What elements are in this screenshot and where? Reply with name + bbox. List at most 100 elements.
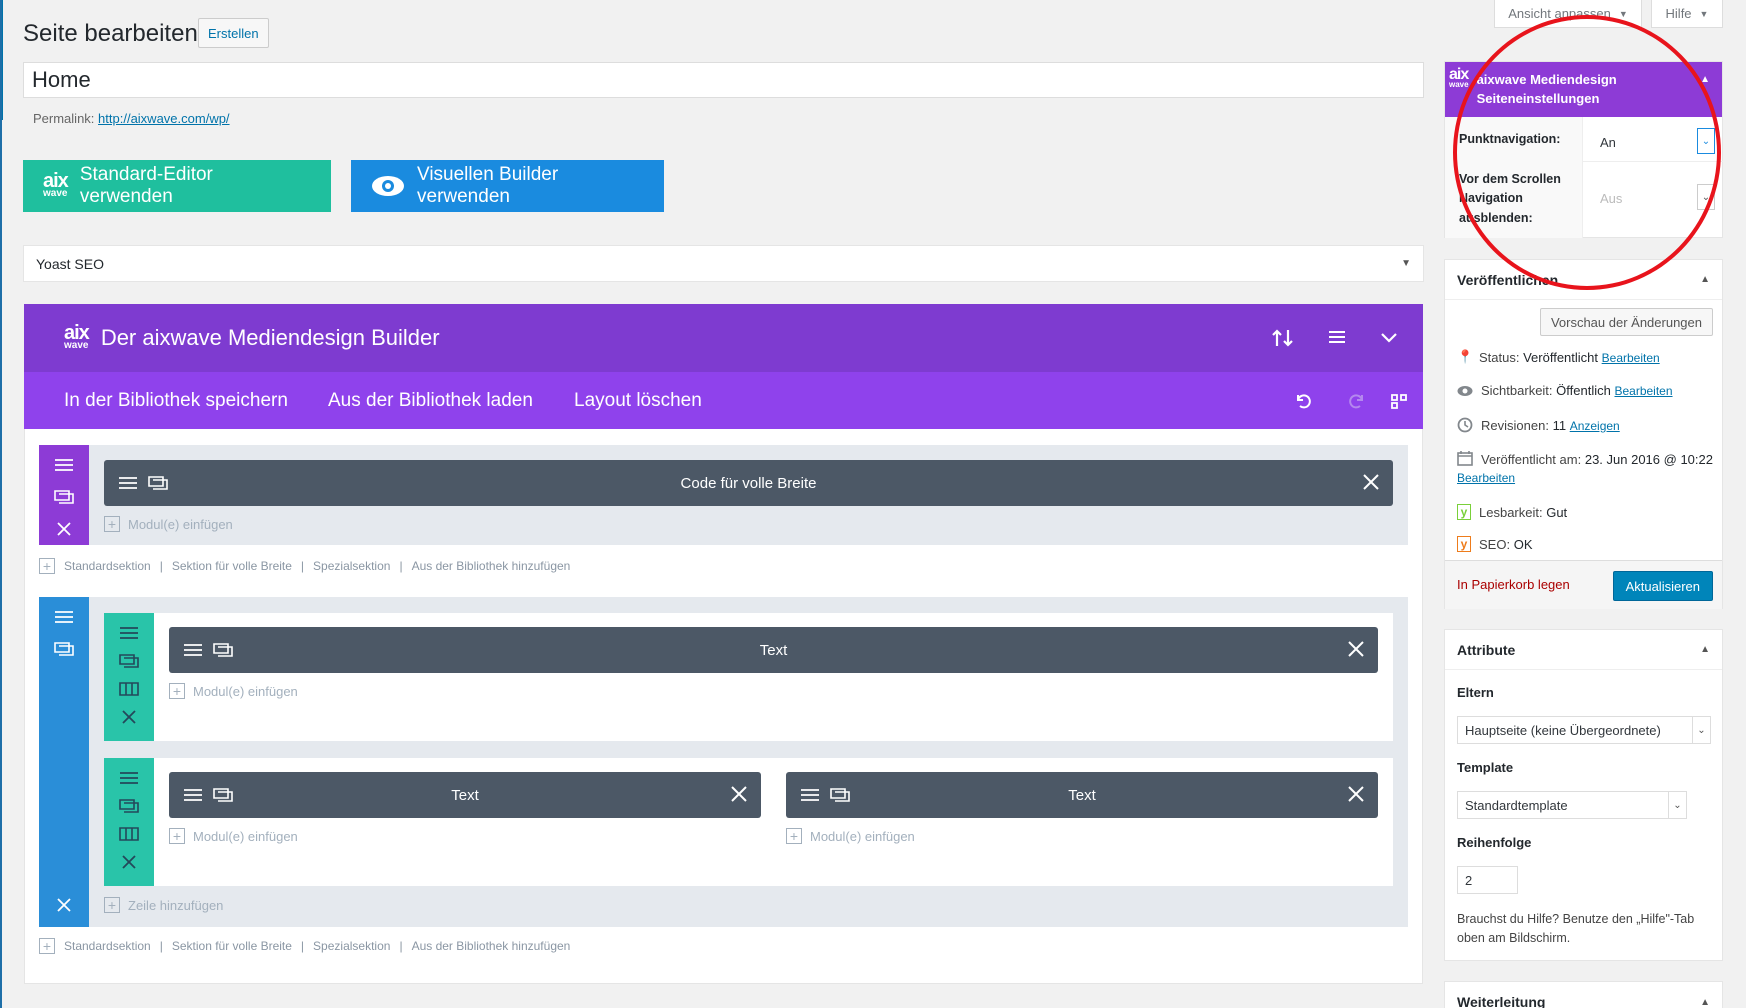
close-icon[interactable] bbox=[1361, 472, 1381, 492]
add-standard-section-link[interactable]: Standardsektion bbox=[64, 559, 151, 573]
insert-module-button[interactable]: + Modul(e) einfügen bbox=[786, 828, 915, 844]
publish-header[interactable]: Veröffentlichen ▲ bbox=[1445, 260, 1722, 300]
move-icon[interactable] bbox=[54, 457, 74, 473]
load-from-library-link[interactable]: Aus der Bibliothek laden bbox=[328, 390, 533, 412]
attributes-title: Attribute bbox=[1457, 641, 1516, 658]
module-text[interactable]: Text bbox=[169, 772, 761, 818]
save-to-library-link[interactable]: In der Bibliothek speichern bbox=[64, 390, 288, 412]
add-row-button[interactable]: + Zeile hinzufügen bbox=[104, 897, 223, 913]
settings-icon[interactable] bbox=[213, 787, 233, 803]
published-value: 23. Jun 2016 @ 10:22 bbox=[1584, 452, 1713, 467]
pin-icon: 📍 bbox=[1457, 349, 1474, 364]
row-controls bbox=[104, 613, 154, 741]
screen-options-button[interactable]: Ansicht anpassen ▼ bbox=[1494, 0, 1642, 28]
move-icon[interactable] bbox=[800, 787, 820, 803]
add-fullwidth-section-link[interactable]: Sektion für volle Breite bbox=[172, 939, 292, 953]
add-special-section-link[interactable]: Spezialsektion bbox=[313, 939, 390, 953]
order-input[interactable]: 2 bbox=[1457, 866, 1518, 894]
columns-icon[interactable] bbox=[119, 681, 139, 697]
close-icon[interactable] bbox=[1346, 784, 1366, 804]
move-icon[interactable] bbox=[119, 770, 139, 786]
settings-icon[interactable] bbox=[119, 798, 139, 814]
move-icon[interactable] bbox=[183, 787, 203, 803]
template-select[interactable]: Standardtemplate ⌄ bbox=[1457, 791, 1687, 819]
attributes-header[interactable]: Attribute ▲ bbox=[1445, 630, 1722, 670]
add-from-library-link[interactable]: Aus der Bibliothek hinzufügen bbox=[412, 939, 571, 953]
module-text[interactable]: Text bbox=[786, 772, 1378, 818]
calendar-icon bbox=[1457, 450, 1473, 466]
show-revisions-link[interactable]: Anzeigen bbox=[1570, 419, 1620, 433]
attributes-box: Attribute ▲ Eltern Hauptseite (keine Übe… bbox=[1444, 629, 1723, 961]
undo-icon[interactable] bbox=[1293, 392, 1313, 410]
eye-icon bbox=[1457, 385, 1473, 397]
screen-options-label: Ansicht anpassen bbox=[1508, 6, 1611, 21]
settings-icon[interactable] bbox=[148, 475, 168, 491]
add-special-section-link[interactable]: Spezialsektion bbox=[313, 559, 390, 573]
settings-icon[interactable] bbox=[213, 642, 233, 658]
update-button[interactable]: Aktualisieren bbox=[1612, 571, 1713, 601]
dot-nav-select[interactable]: An ⌄ bbox=[1593, 128, 1715, 156]
move-icon[interactable] bbox=[118, 475, 138, 491]
add-from-library-link[interactable]: Aus der Bibliothek hinzufügen bbox=[412, 559, 571, 573]
module-text[interactable]: Text bbox=[169, 627, 1378, 673]
close-icon[interactable] bbox=[1346, 639, 1366, 659]
edit-visibility-link[interactable]: Bearbeiten bbox=[1614, 384, 1672, 398]
yoast-seo-box[interactable]: Yoast SEO ▼ bbox=[23, 245, 1424, 282]
settings-icon[interactable] bbox=[830, 787, 850, 803]
add-new-button[interactable]: Erstellen bbox=[198, 18, 269, 48]
move-icon[interactable] bbox=[54, 609, 74, 625]
standard-editor-button[interactable]: aix wave Standard-Editor verwenden bbox=[23, 160, 331, 212]
status-label: Status: bbox=[1479, 349, 1520, 365]
menu-icon[interactable] bbox=[1327, 328, 1347, 348]
insert-module-button[interactable]: + Modul(e) einfügen bbox=[169, 828, 298, 844]
trash-link[interactable]: In Papierkorb legen bbox=[1457, 577, 1570, 592]
redirect-header[interactable]: Weiterleitung ▲ bbox=[1445, 982, 1722, 1008]
add-fullwidth-section-link[interactable]: Sektion für volle Breite bbox=[172, 559, 292, 573]
caret-down-icon: ▼ bbox=[1618, 8, 1628, 19]
visual-builder-label: Visuellen Builder verwenden bbox=[417, 164, 559, 207]
chevron-down-icon: ⌄ bbox=[1697, 184, 1715, 210]
preview-changes-button[interactable]: Vorschau der Änderungen bbox=[1539, 308, 1713, 336]
separator: | bbox=[399, 939, 403, 953]
settings-icon[interactable] bbox=[119, 653, 139, 669]
close-icon[interactable] bbox=[121, 854, 137, 870]
close-icon[interactable] bbox=[56, 897, 72, 913]
post-title-input[interactable]: Home bbox=[23, 62, 1424, 98]
seo-value: OK bbox=[1513, 536, 1533, 552]
add-standard-section-link[interactable]: Standardsektion bbox=[64, 939, 151, 953]
help-button[interactable]: Hilfe ▼ bbox=[1651, 0, 1723, 28]
edit-status-link[interactable]: Bearbeiten bbox=[1602, 351, 1660, 365]
move-icon[interactable] bbox=[183, 642, 203, 658]
redo-icon[interactable] bbox=[1347, 392, 1367, 410]
plus-icon: + bbox=[104, 897, 120, 913]
sort-icon[interactable] bbox=[1271, 328, 1295, 348]
settings-icon[interactable] bbox=[54, 489, 74, 505]
plus-icon: + bbox=[169, 828, 185, 844]
columns-icon[interactable] bbox=[119, 826, 139, 842]
separator: | bbox=[159, 939, 163, 953]
help-text: Brauchst du Hilfe? Benutze den „Hilfe"-T… bbox=[1457, 912, 1695, 946]
dot-nav-value: An bbox=[1600, 134, 1616, 150]
edit-date-link[interactable]: Bearbeiten bbox=[1457, 471, 1515, 485]
chevron-down-icon[interactable] bbox=[1379, 328, 1399, 348]
parent-select[interactable]: Hauptseite (keine Übergeordnete) ⌄ bbox=[1457, 716, 1711, 744]
section-controls bbox=[39, 597, 89, 927]
caret-up-icon[interactable]: ▲ bbox=[1700, 74, 1710, 85]
hide-nav-select[interactable]: Aus ⌄ bbox=[1593, 184, 1715, 212]
status-row: 📍 Status: Veröffentlicht Bearbeiten bbox=[1457, 349, 1660, 365]
insert-module-button[interactable]: + Modul(e) einfügen bbox=[104, 516, 233, 532]
settings-icon[interactable] bbox=[54, 641, 74, 657]
move-icon[interactable] bbox=[119, 625, 139, 641]
page-settings-header[interactable]: aix wave aixwave Mediendesign Seiteneins… bbox=[1445, 62, 1722, 117]
module-code-fullwidth[interactable]: Code für volle Breite bbox=[104, 460, 1393, 506]
history-icon[interactable] bbox=[1389, 392, 1409, 410]
insert-module-button[interactable]: + Modul(e) einfügen bbox=[169, 683, 298, 699]
visual-builder-button[interactable]: Visuellen Builder verwenden bbox=[351, 160, 664, 212]
insert-module-label: Modul(e) einfügen bbox=[810, 828, 915, 844]
insert-module-label: Modul(e) einfügen bbox=[128, 516, 233, 532]
close-icon[interactable] bbox=[56, 521, 72, 537]
close-icon[interactable] bbox=[121, 709, 137, 725]
permalink-link[interactable]: http://aixwave.com/wp/ bbox=[98, 111, 230, 126]
clear-layout-link[interactable]: Layout löschen bbox=[574, 390, 702, 412]
close-icon[interactable] bbox=[729, 784, 749, 804]
